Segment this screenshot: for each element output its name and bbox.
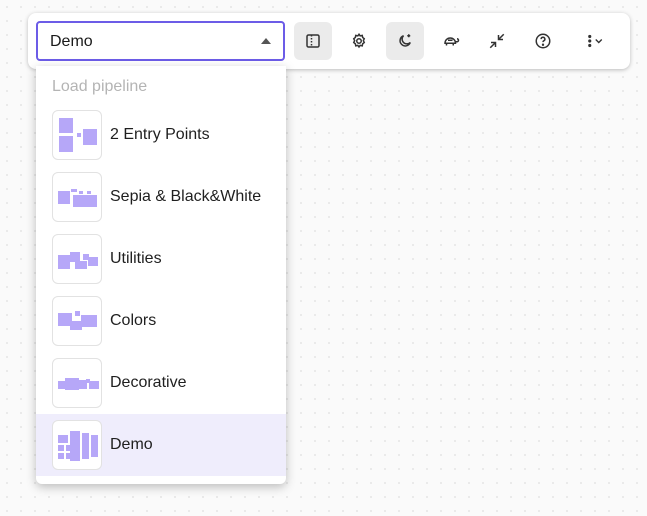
help-icon bbox=[535, 33, 551, 49]
pipeline-select[interactable]: Demo bbox=[36, 21, 285, 61]
pipeline-thumbnail bbox=[52, 420, 102, 470]
settings-button[interactable] bbox=[340, 22, 378, 60]
turtle-icon bbox=[444, 37, 460, 46]
pipeline-item-decorative[interactable]: Decorative bbox=[36, 352, 286, 414]
sidebar-toggle-button[interactable] bbox=[294, 22, 332, 60]
slow-mode-button[interactable] bbox=[432, 22, 470, 60]
moon-icon bbox=[399, 34, 411, 47]
pipeline-item-sepia-bw[interactable]: Sepia & Black&White bbox=[36, 166, 286, 228]
pipeline-item-utilities[interactable]: Utilities bbox=[36, 228, 286, 290]
caret-up-icon bbox=[261, 38, 271, 44]
dropdown-header: Load pipeline bbox=[52, 78, 148, 95]
more-menu-icon bbox=[588, 34, 603, 48]
pipeline-thumbnail bbox=[52, 172, 102, 222]
minimize-icon bbox=[489, 33, 505, 49]
pipeline-select-value: Demo bbox=[50, 33, 93, 50]
more-menu-button[interactable] bbox=[573, 22, 617, 60]
pipeline-thumbnail bbox=[52, 358, 102, 408]
pipeline-item-label: 2 Entry Points bbox=[110, 126, 210, 143]
collapse-button[interactable] bbox=[478, 22, 516, 60]
help-button[interactable] bbox=[524, 22, 562, 60]
pipeline-item-label: Sepia & Black&White bbox=[110, 188, 262, 205]
sidebar-toggle-icon bbox=[306, 34, 320, 48]
pipeline-item-demo[interactable]: Demo bbox=[36, 414, 286, 476]
pipeline-item-label: Decorative bbox=[110, 374, 187, 391]
gear-icon bbox=[352, 32, 366, 49]
pipeline-item-2-entry-points[interactable]: 2 Entry Points bbox=[36, 104, 286, 166]
pipeline-item-label: Utilities bbox=[110, 250, 162, 267]
pipeline-thumbnail bbox=[52, 234, 102, 284]
theme-toggle-button[interactable] bbox=[386, 22, 424, 60]
pipeline-item-label: Colors bbox=[110, 312, 157, 329]
pipeline-thumbnail bbox=[52, 110, 102, 160]
pipeline-item-label: Demo bbox=[110, 436, 153, 453]
pipeline-item-colors[interactable]: Colors bbox=[36, 290, 286, 352]
pipeline-thumbnail bbox=[52, 296, 102, 346]
toolbar: Demo bbox=[28, 13, 630, 69]
pipeline-dropdown: Load pipeline 2 Entry Points Sepia & Bla… bbox=[36, 66, 286, 484]
